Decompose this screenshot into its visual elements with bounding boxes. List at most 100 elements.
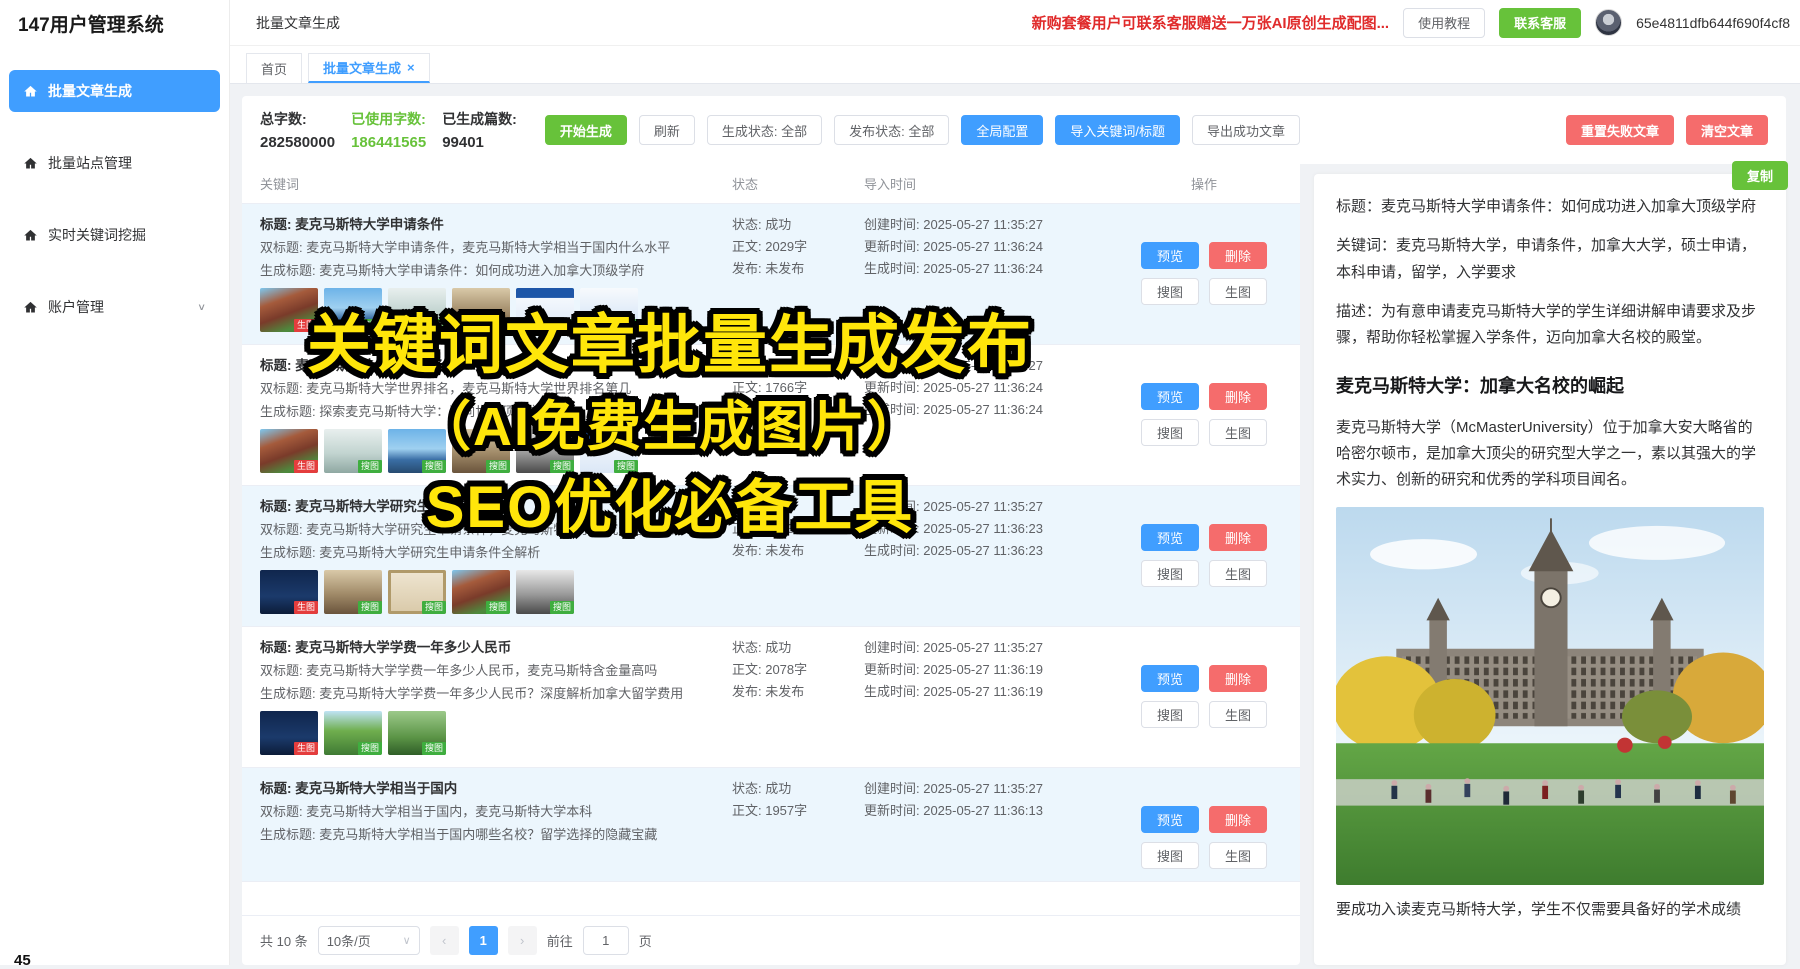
thumbnail-image[interactable]: 搜图 [580, 429, 638, 473]
thumbnail-badge: 生图 [294, 601, 318, 614]
thumbnail-image[interactable]: 搜图 [324, 429, 382, 473]
thumbnail-image[interactable]: 搜图 [324, 711, 382, 755]
thumbnail-badge: 搜图 [614, 460, 638, 473]
preview-button[interactable]: 预览 [1141, 242, 1199, 269]
prev-page-button[interactable]: ‹ [430, 926, 459, 955]
contact-support-button[interactable]: 联系客服 [1499, 8, 1581, 38]
generate-image-button[interactable]: 生图 [1209, 842, 1267, 869]
search-image-button[interactable]: 搜图 [1141, 278, 1199, 305]
table-row[interactable]: 标题: 麦克马斯特大学相当于国内双标题: 麦克马斯特大学相当于国内，麦克马斯特大… [242, 768, 1300, 882]
next-page-button[interactable]: › [508, 926, 537, 955]
delete-button[interactable]: 删除 [1209, 806, 1267, 833]
page-size-select[interactable]: 10条/页 ∨ [318, 926, 420, 955]
toolbar-danger-1-button[interactable]: 重置失败文章 [1566, 115, 1674, 145]
thumbnail-image[interactable]: 搜图 [324, 570, 382, 614]
sidebar-item-2[interactable]: 批量站点管理 [9, 142, 220, 184]
table-row[interactable]: 标题: 麦克马斯特大学世界排名双标题: 麦克马斯特大学世界排名，麦克马斯特大学世… [242, 345, 1300, 486]
thumbnail-image[interactable]: 搜图 [516, 570, 574, 614]
preview-button[interactable]: 预览 [1141, 806, 1199, 833]
row-status-cell: 状态: 成功正文: 1766字发布: 未发布 [732, 355, 864, 473]
thumbnail-image[interactable]: 生图 [260, 711, 318, 755]
toolbar-2-button[interactable]: 刷新 [639, 115, 695, 145]
row-generated-title: 生成标题: 麦克马斯特大学申请条件：如何成功进入加拿大顶级学府 [260, 260, 722, 281]
row-title: 标题: 麦克马斯特大学相当于国内 [260, 778, 722, 799]
sidebar-item-1[interactable]: 批量文章生成 [9, 70, 220, 112]
main-row: 关键词 状态 导入时间 操作 标题: 麦克马斯特大学申请条件双标题: 麦克马斯特… [242, 164, 1786, 965]
thumbnail-image[interactable]: 搜图 [452, 288, 510, 332]
col-header-import-time: 导入时间 [864, 174, 1126, 193]
generate-image-button[interactable]: 生图 [1209, 701, 1267, 728]
preview-button[interactable]: 预览 [1141, 383, 1199, 410]
search-image-button[interactable]: 搜图 [1141, 560, 1199, 587]
search-image-button[interactable]: 搜图 [1141, 701, 1199, 728]
thumbnail-image[interactable]: 搜图 [388, 429, 446, 473]
time-line: 创建时间: 2025-05-27 11:35:27 [864, 637, 1126, 659]
promo-notice-link[interactable]: 新购套餐用户可联系客服赠送一万张AI原创生成配图... [1032, 12, 1390, 33]
tab-2[interactable]: 批量文章生成× [308, 53, 430, 83]
toolbar-6-button[interactable]: 导入关键词/标题 [1055, 115, 1180, 145]
toolbar-danger-2-button[interactable]: 清空文章 [1686, 115, 1768, 145]
row-actions-cell: 预览删除搜图生图 [1126, 637, 1282, 755]
search-image-button[interactable]: 搜图 [1141, 842, 1199, 869]
thumbnail-image[interactable]: 搜图 [516, 429, 574, 473]
stat-3: 已生成篇数:99401 [442, 109, 517, 151]
thumbnail-badge: 搜图 [422, 319, 446, 332]
delete-button[interactable]: 删除 [1209, 383, 1267, 410]
table-row[interactable]: 标题: 麦克马斯特大学学费一年多少人民币双标题: 麦克马斯特大学学费一年多少人民… [242, 627, 1300, 768]
thumbnail-image[interactable]: 搜图 [516, 288, 574, 332]
thumbnail-image[interactable]: 搜图 [388, 711, 446, 755]
table-row[interactable]: 标题: 麦克马斯特大学申请条件双标题: 麦克马斯特大学申请条件，麦克马斯特大学相… [242, 204, 1300, 345]
sidebar-item-3[interactable]: 实时关键词挖掘 [9, 214, 220, 256]
row-thumbnails: 生图搜图搜图 [260, 711, 722, 755]
row-title: 标题: 麦克马斯特大学研究生申请条件 [260, 496, 722, 517]
toolbar-4-button[interactable]: 发布状态: 全部 [834, 115, 949, 145]
row-keyword-cell: 标题: 麦克马斯特大学世界排名双标题: 麦克马斯特大学世界排名，麦克马斯特大学世… [260, 355, 732, 473]
toolbar-1-button[interactable]: 开始生成 [545, 115, 627, 145]
thumbnail-image[interactable]: 搜图 [388, 288, 446, 332]
search-image-button[interactable]: 搜图 [1141, 419, 1199, 446]
stat-value: 282580000 [260, 134, 335, 151]
tutorial-button[interactable]: 使用教程 [1403, 8, 1485, 38]
delete-button[interactable]: 删除 [1209, 524, 1267, 551]
preview-button[interactable]: 预览 [1141, 524, 1199, 551]
goto-page-input[interactable] [583, 926, 629, 955]
thumbnail-image[interactable]: 搜图 [580, 288, 638, 332]
close-icon[interactable]: × [407, 60, 415, 75]
thumbnail-badge: 搜图 [550, 319, 574, 332]
row-status-cell: 状态: 成功正文: 2029字发布: 未发布 [732, 214, 864, 332]
delete-button[interactable]: 删除 [1209, 665, 1267, 692]
generate-image-button[interactable]: 生图 [1209, 560, 1267, 587]
toolbar-7-button[interactable]: 导出成功文章 [1192, 115, 1300, 145]
sidebar-item-4[interactable]: 账户管理∨ [9, 286, 220, 328]
thumbnail-image[interactable]: 搜图 [452, 429, 510, 473]
sidebar-item-label: 批量文章生成 [48, 81, 132, 101]
status-line: 正文: 2103字 [732, 518, 864, 540]
table-header-row: 关键词 状态 导入时间 操作 [242, 164, 1300, 204]
page-1-button[interactable]: 1 [469, 926, 498, 955]
thumbnail-image[interactable]: 生图 [260, 570, 318, 614]
pagination: 共 10 条 10条/页 ∨ ‹ 1 › 前往 页 [242, 915, 1300, 965]
preview-button[interactable]: 预览 [1141, 665, 1199, 692]
generate-image-button[interactable]: 生图 [1209, 278, 1267, 305]
toolbar-5-button[interactable]: 全局配置 [961, 115, 1043, 145]
row-title: 标题: 麦克马斯特大学世界排名 [260, 355, 722, 376]
table-row[interactable]: 标题: 麦克马斯特大学研究生申请条件双标题: 麦克马斯特大学研究生申请条件，麦克… [242, 486, 1300, 627]
thumbnail-image[interactable]: 搜图 [452, 570, 510, 614]
thumbnail-badge: 搜图 [550, 601, 574, 614]
pagination-total: 共 10 条 [260, 931, 308, 950]
user-avatar[interactable] [1595, 9, 1622, 36]
toolbar-3-button[interactable]: 生成状态: 全部 [707, 115, 822, 145]
time-line: 生成时间: 2025-05-27 11:36:24 [864, 399, 1126, 421]
status-line: 正文: 2029字 [732, 236, 864, 258]
thumbnail-image[interactable]: 搜图 [324, 288, 382, 332]
copy-button[interactable]: 复制 [1732, 161, 1788, 190]
tab-1[interactable]: 首页 [246, 53, 302, 83]
corner-mark: 45 [14, 952, 31, 969]
stat-label: 已使用字数: [351, 109, 426, 129]
delete-button[interactable]: 删除 [1209, 242, 1267, 269]
thumbnail-image[interactable]: 生图 [260, 429, 318, 473]
thumbnail-image[interactable]: 生图 [260, 288, 318, 332]
generate-image-button[interactable]: 生图 [1209, 419, 1267, 446]
thumbnail-image[interactable]: 搜图 [388, 570, 446, 614]
row-double-title: 双标题: 麦克马斯特大学研究生申请条件，麦克马斯特大学研究生容易申请吗 [260, 519, 722, 540]
